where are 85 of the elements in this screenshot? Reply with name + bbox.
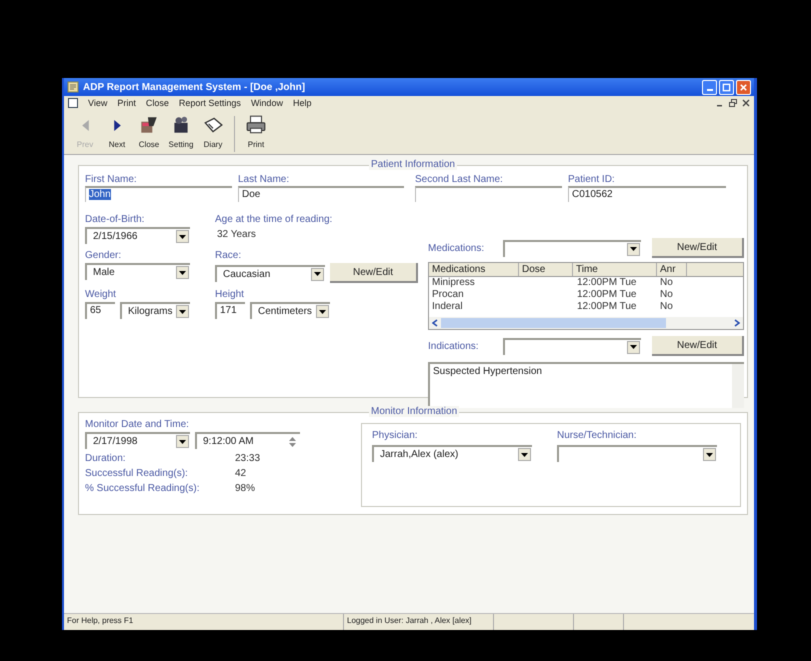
new-edit-button[interactable]: New/Edit [330,263,418,283]
field-label: Weight [85,289,117,300]
height-field[interactable]: 171 [215,302,245,319]
unit-dropdown[interactable]: Centimeters [250,302,330,319]
menu-item[interactable]: View [88,98,108,108]
text-field[interactable]: C010562 [568,186,726,202]
gender-dropdown[interactable]: Male [85,263,190,280]
maximize-button[interactable] [719,80,734,94]
table-cell: 12:00PM Tue [577,277,636,288]
table-cell: Procan [432,289,464,300]
new-edit-button[interactable]: New/Edit [652,238,744,258]
column-header[interactable]: Time [573,263,657,276]
field-label: Medications: [428,242,486,254]
date-dropdown[interactable]: 2/17/1998 [85,432,190,449]
field-label: Gender: [85,250,122,261]
menu-item[interactable]: Help [292,98,312,108]
status-text: For Help, press F1 [64,614,344,630]
minimize-icon [706,89,712,91]
table-cell: Inderal [432,301,463,312]
indications-text-area[interactable]: Suspected Hypertension [428,362,744,408]
group-title: Monitor Information [369,406,460,417]
left-arrow-icon [82,120,88,131]
close-button[interactable]: Close [134,114,164,152]
field-label: Indications: [428,340,480,352]
field-label: Race: [215,250,242,261]
race-dropdown[interactable]: Caucasian [215,264,325,282]
group-title: Patient Information [369,159,457,170]
date-dropdown[interactable]: 2/15/1966 [85,227,190,244]
table-cell: 12:00PM Tue [577,289,636,300]
document-icon [68,98,78,108]
table-cell: Minipress [432,277,475,288]
table-cell: No [660,289,673,300]
right-arrow-icon [114,120,120,131]
status-text: Logged in User: Jarrah , Alex [alex] [344,614,494,630]
stat-label: Successful Reading(s): [85,468,189,479]
menu-item[interactable]: Report Settings [178,98,241,108]
diary-button[interactable]: Diary [198,114,228,152]
column-header[interactable]: Dose [519,263,573,276]
field-label: Age at the time of reading: [215,214,332,225]
field-label: Physician: [372,430,419,441]
age-value: 32 Years [216,228,257,242]
menu-item[interactable]: Window [250,98,283,108]
close-button[interactable] [736,80,751,94]
stat-label: % Successful Reading(s): [85,483,200,494]
scroll-right-icon[interactable] [734,319,740,327]
table-cell: No [660,277,673,288]
document-icon [67,81,79,93]
stat-value: 98% [235,483,256,494]
field-label: Date-of-Birth: [85,214,146,225]
field-label: Monitor Date and Time: [85,419,190,430]
table-cell: No [660,301,673,312]
next-button[interactable]: Next [102,114,132,152]
physician-dropdown[interactable]: Jarrah,Alex (alex) [372,445,532,462]
time-spinner[interactable]: 9:12:00 AM [195,432,300,449]
close-icon [739,82,748,92]
field-label: Nurse/Technician: [557,430,638,441]
stat-value: 23:33 [235,453,260,464]
vertical-scrollbar[interactable] [732,364,744,408]
print-button[interactable]: Print [241,114,271,152]
close-icon[interactable] [742,99,750,107]
column-header[interactable]: Anr [657,263,687,276]
window-title: ADP Report Management System - [Doe ,John] [83,82,306,92]
scroll-left-icon[interactable] [432,319,438,327]
maximize-icon [722,82,731,92]
restore-icon[interactable] [729,99,737,107]
menu-item[interactable]: Print [117,98,136,108]
field-label: Height [215,289,245,300]
minimize-button[interactable] [702,80,717,94]
text-field[interactable]: Doe [238,186,404,202]
setting-button[interactable]: Setting [166,114,196,152]
stat-value: 42 [235,468,246,479]
stat-label: Duration: [85,453,127,464]
table-cell: 12:00PM Tue [577,301,636,312]
field-label: Second Last Name: [415,174,504,185]
horizontal-scrollbar[interactable] [429,317,743,329]
field-label: First Name: [85,174,138,185]
column-header[interactable]: Medications [429,263,519,276]
field-label: Last Name: [238,174,290,185]
menu-item[interactable]: Close [146,98,169,108]
unit-dropdown[interactable]: Kilograms [120,302,190,319]
new-edit-button[interactable]: New/Edit [652,336,744,356]
field-label: Patient ID: [568,174,616,185]
printer-icon [245,114,267,136]
weight-field[interactable]: 65 [85,302,115,319]
text-field[interactable]: John [85,186,232,202]
